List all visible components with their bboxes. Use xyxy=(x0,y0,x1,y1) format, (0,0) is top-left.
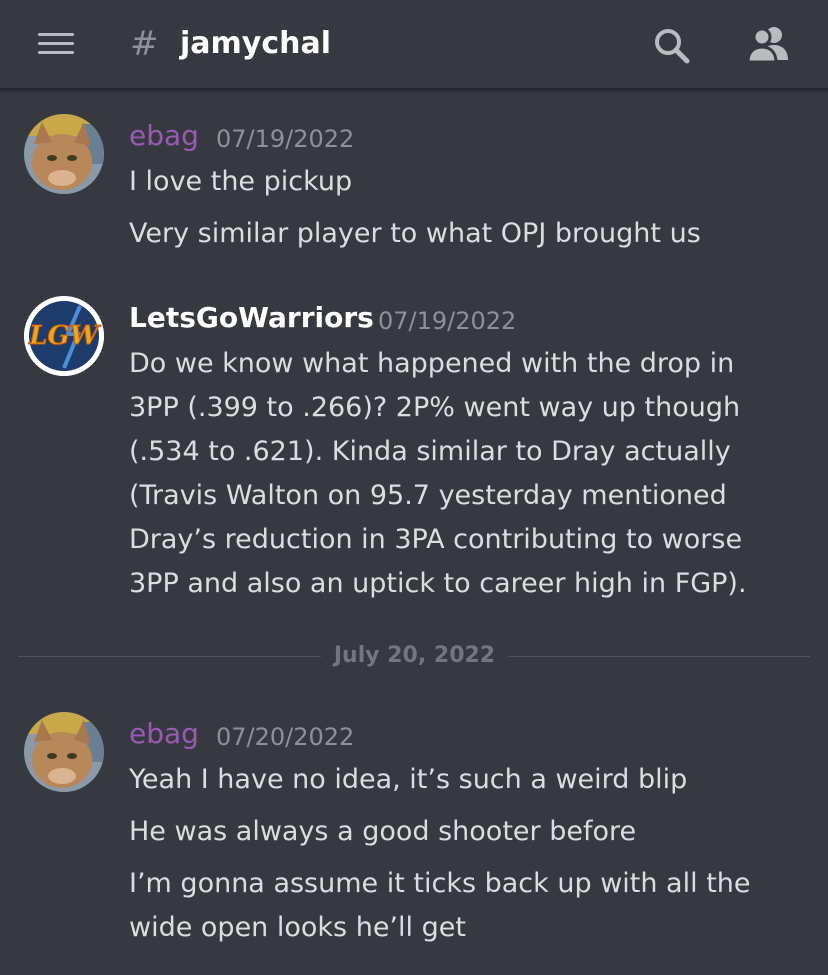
message-text: I love the pickup xyxy=(129,166,353,197)
cat-avatar[interactable] xyxy=(24,712,104,792)
lgw-logo-text: LGW xyxy=(28,321,101,351)
message-timestamp: 07/19/2022 xyxy=(216,125,355,153)
message-text: Do we know what happened with the drop i… xyxy=(129,348,735,379)
members-icon[interactable] xyxy=(744,24,792,64)
date-divider: July 20, 2022 xyxy=(18,643,810,668)
divider-line xyxy=(508,656,810,657)
message-text: Very similar player to what OPJ brought … xyxy=(129,218,701,249)
message-text: wide open looks he’ll get xyxy=(129,912,466,943)
author-name[interactable]: ebag xyxy=(129,118,199,154)
message-text: 3PP (.399 to .266)? 2P% went way up thou… xyxy=(129,392,741,423)
search-icon[interactable] xyxy=(652,26,692,66)
message-text: Yeah I have no idea, it’s such a weird b… xyxy=(129,764,688,795)
message-text: I’m gonna assume it ticks back up with a… xyxy=(129,868,751,899)
channel-header: # jamychal xyxy=(0,0,828,90)
author-name[interactable]: LetsGoWarriors xyxy=(129,300,374,336)
lgw-logo-avatar[interactable]: LGW xyxy=(24,296,104,376)
message-text: Dray’s reduction in 3PA contributing to … xyxy=(129,524,743,555)
message-text: He was always a good shooter before xyxy=(129,816,637,847)
author-name[interactable]: ebag xyxy=(129,716,199,752)
date-divider-label: July 20, 2022 xyxy=(333,643,496,668)
message-text: 3PP and also an uptick to career high in… xyxy=(129,568,747,599)
divider-line xyxy=(18,656,321,657)
channel-hash-icon: # xyxy=(130,24,159,64)
message-text: (Travis Walton on 95.7 yesterday mention… xyxy=(129,480,727,511)
message-text: (.534 to .621). Kinda similar to Dray ac… xyxy=(129,436,731,467)
message-timestamp: 07/20/2022 xyxy=(216,723,355,751)
cat-avatar[interactable] xyxy=(24,114,104,194)
channel-name: jamychal xyxy=(180,26,332,61)
hamburger-menu-icon[interactable] xyxy=(38,33,74,55)
message-timestamp: 07/19/2022 xyxy=(378,307,517,335)
